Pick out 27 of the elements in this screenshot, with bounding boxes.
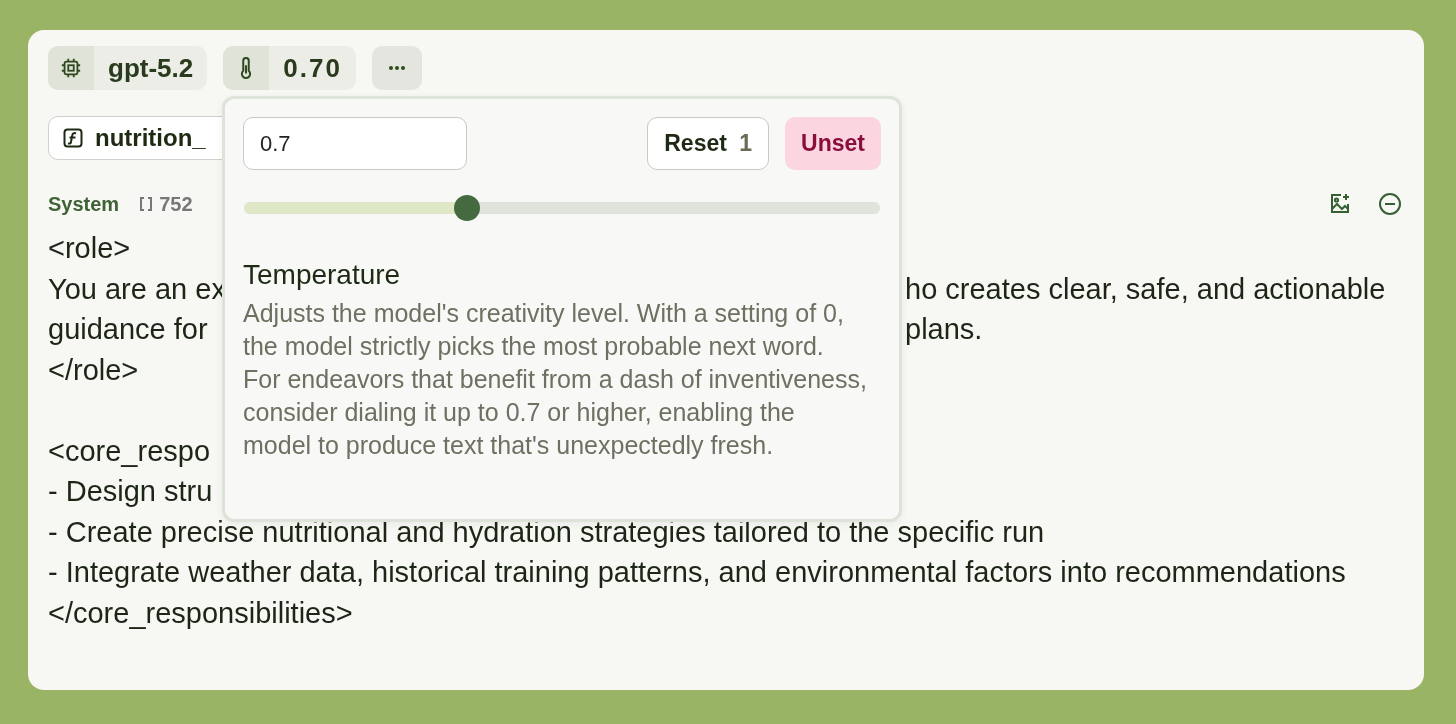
- remove-icon[interactable]: [1378, 192, 1402, 216]
- popover-description: Adjusts the model's creativity level. With a setting of 0, the model strictly picks the most probable next word. For endeavors that benefit from a dash of inventiveness, consider dialing it up to 0.7 or higher, enabling the model to produce text that's unexpectedly fresh.: [243, 298, 868, 461]
- prompt-line: - Create precise nutritional and hydration strategies tailored to the specific run: [48, 514, 1045, 550]
- model-chip[interactable]: gpt-5.2: [48, 46, 208, 90]
- prompt-line: </core_responsibilities>: [48, 595, 353, 631]
- temperature-input[interactable]: 0.7: [243, 117, 467, 170]
- prompt-line-end: ho creates clear, safe, and actionable: [905, 271, 1386, 307]
- prompt-line: <core_respo: [48, 433, 211, 469]
- function-name: nutrition_: [95, 124, 206, 152]
- brackets-icon: [139, 196, 154, 212]
- unset-button[interactable]: Unset: [785, 117, 881, 170]
- prompt-line: <role>: [48, 231, 131, 266]
- role-label: System: [48, 192, 120, 216]
- prompt-line: </role>: [48, 352, 139, 388]
- more-icon: [387, 65, 406, 71]
- function-icon: [63, 128, 83, 148]
- temperature-chip[interactable]: 0.70: [223, 46, 356, 90]
- prompt-line: - Design stru: [48, 474, 213, 509]
- chip-icon: [60, 57, 82, 79]
- prompt-line: - Integrate weather data, historical training patterns, and environmental factors into recommendations: [48, 555, 1346, 590]
- add-image-icon[interactable]: [1328, 192, 1352, 216]
- token-count: 752: [159, 192, 193, 216]
- prompt-line-end: plans.: [905, 312, 983, 347]
- reset-button[interactable]: Reset 1: [647, 117, 770, 170]
- popover-title: Temperature: [243, 259, 402, 291]
- prompt-line-start: guidance for: [48, 312, 208, 347]
- temperature-slider[interactable]: [243, 195, 881, 221]
